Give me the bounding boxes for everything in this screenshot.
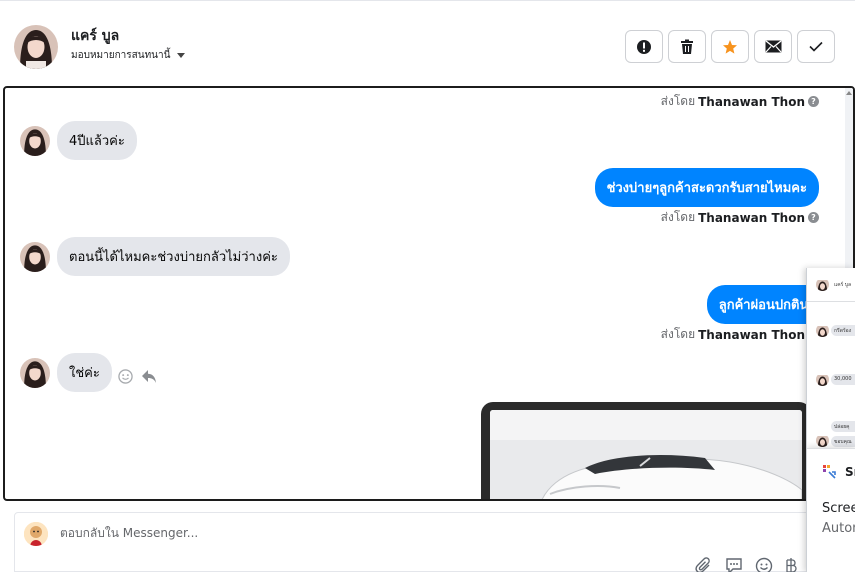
emoji-react-icon[interactable]	[118, 369, 133, 384]
contact-avatar-small	[20, 126, 50, 156]
mini-message: 30,000	[831, 374, 855, 385]
image-message[interactable]	[481, 402, 811, 499]
assign-label: มอบหมายการสนทนานี้	[71, 50, 171, 61]
mark-spam-button[interactable]	[625, 30, 663, 63]
contact-name: แคร์ บูล	[71, 28, 120, 44]
sender-name: Thanawan Thon	[698, 210, 805, 225]
extension-subtext: Auton	[822, 521, 855, 536]
help-icon[interactable]: ?	[808, 96, 819, 107]
attachment-icon[interactable]	[695, 557, 713, 572]
mini-message: ปล่อยคุ	[831, 421, 855, 432]
alert-icon	[637, 39, 651, 54]
floating-window[interactable]: แคร์ บูล กรีดร้อง 30,000 ปล่อยคุ ขอบคุณ …	[806, 268, 855, 572]
mini-avatar	[816, 373, 829, 386]
sender-name: Thanawan Thon	[698, 94, 805, 109]
incoming-message[interactable]: ใช่ค่ะ	[57, 353, 112, 392]
mini-message: ขอบคุณ	[831, 436, 855, 447]
help-icon[interactable]: ?	[808, 212, 819, 223]
message-tools	[118, 369, 157, 384]
page-avatar	[24, 522, 48, 546]
delete-button[interactable]	[668, 30, 706, 63]
assign-conversation-dropdown[interactable]: มอบหมายการสนทนานี้	[71, 48, 186, 63]
incoming-message[interactable]: 4ปีแล้วค่ะ	[57, 121, 137, 160]
mark-done-button[interactable]	[797, 30, 835, 63]
check-icon	[809, 41, 823, 52]
extension-panel[interactable]: Sn Scree Auton	[807, 448, 855, 572]
mini-avatar	[816, 434, 829, 447]
reply-icon[interactable]	[141, 369, 157, 384]
baht-currency-icon[interactable]	[785, 557, 797, 572]
trash-icon	[681, 39, 693, 54]
message-thread[interactable]: ส่งโดย Thanawan Thon ? 4ปีแล้วค่ะ ช่วงบ่…	[3, 86, 855, 501]
inbox-conversation-page: แคร์ บูล มอบหมายการสนทนานี้ ส่งโดย Thana…	[0, 0, 855, 572]
extension-logo-icon	[823, 465, 836, 479]
contact-avatar[interactable]	[14, 25, 58, 69]
saved-replies-icon[interactable]	[725, 557, 743, 572]
mini-avatar	[816, 324, 829, 337]
mark-unread-button[interactable]	[754, 30, 792, 63]
star-icon	[723, 39, 737, 54]
message-composer	[14, 512, 814, 572]
sent-by-label: ส่งโดย Thanawan Thon ?	[661, 92, 819, 111]
extension-title: Sn	[845, 465, 855, 479]
conversation-header: แคร์ บูล มอบหมายการสนทนานี้	[0, 0, 855, 86]
outgoing-message[interactable]: ช่วงบ่ายๆลูกค้าสะดวกรับสายไหมคะ	[594, 168, 819, 207]
scroll-up-icon[interactable]	[846, 91, 852, 95]
sent-by-label: ส่งโดย Thanawan Thon ?	[661, 208, 819, 227]
mail-icon	[765, 40, 781, 53]
extension-text: Scree	[822, 501, 855, 516]
contact-avatar-small	[20, 242, 50, 272]
sent-by-label: ส่งโดย Thanawan Thon ?	[661, 325, 819, 344]
floating-window-header: แคร์ บูล	[807, 268, 855, 302]
composer-toolbar	[695, 557, 797, 572]
car-photo	[490, 410, 802, 499]
caret-down-icon	[177, 53, 186, 58]
mini-message: กรีดร้อง	[831, 325, 855, 336]
mini-avatar	[816, 278, 829, 291]
sender-name: Thanawan Thon	[698, 327, 805, 342]
reply-input[interactable]	[60, 526, 560, 540]
star-button[interactable]	[711, 30, 749, 63]
contact-avatar-small	[20, 358, 50, 388]
incoming-message[interactable]: ตอนนี้ได้ไหมคะช่วงบ่ายกลัวไม่ว่างค่ะ	[57, 237, 290, 276]
mini-contact-name: แคร์ บูล	[834, 282, 852, 288]
conversation-actions	[625, 30, 835, 63]
emoji-icon[interactable]	[755, 557, 773, 572]
